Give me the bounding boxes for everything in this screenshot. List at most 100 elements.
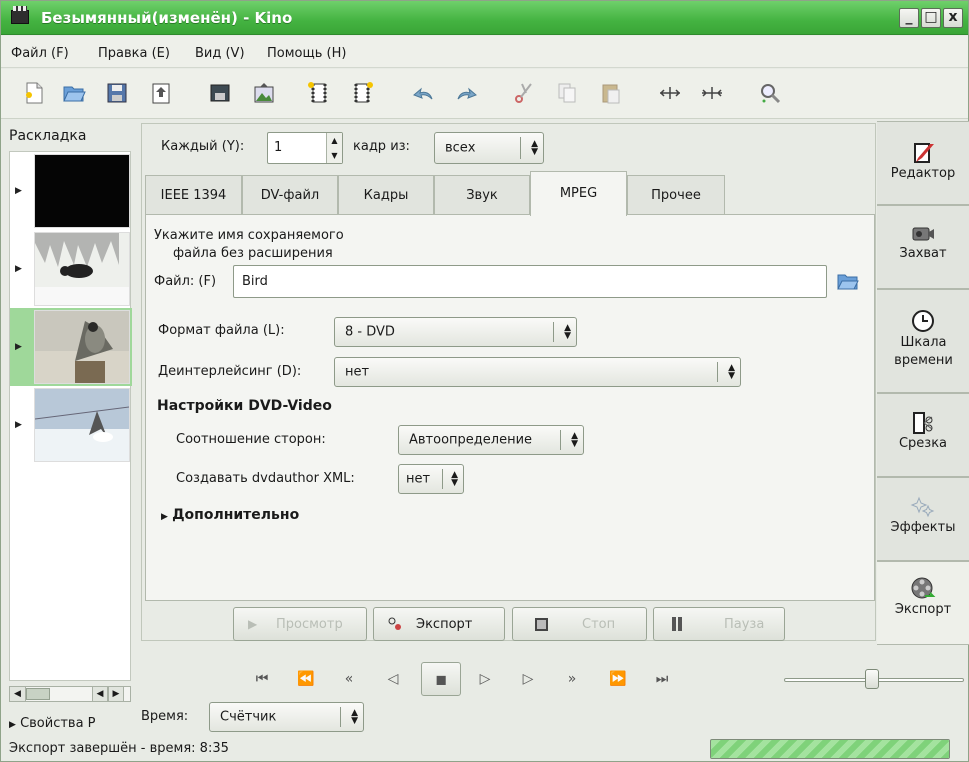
tab-effects[interactable]: Эффекты — [877, 477, 969, 561]
frames-select[interactable]: всех ▲ ▼ — [434, 132, 544, 164]
dvdauthor-select[interactable]: нет ▲ ▼ — [398, 464, 464, 494]
spin-arrows-icon[interactable]: ▲ ▼ — [326, 133, 342, 163]
tab-audio[interactable]: Звук — [434, 175, 530, 215]
every-value: 1 — [274, 140, 283, 155]
status-progress-bar — [710, 739, 950, 759]
thumbnail-bird-on-stump — [34, 310, 130, 384]
menu-file[interactable]: Файл (F) — [11, 46, 69, 61]
properties-expander[interactable]: ▶ Свойства P — [9, 716, 96, 731]
expand-arrow-icon[interactable]: ▶ — [15, 186, 22, 196]
tab-timeline[interactable]: Шкала времени — [877, 289, 969, 393]
trim-icon — [910, 410, 936, 436]
slider-handle[interactable] — [865, 669, 879, 689]
stop-icon — [535, 617, 548, 631]
scroll-right-icon[interactable]: ▶ — [108, 687, 124, 701]
menu-view[interactable]: Вид (V) — [195, 46, 245, 61]
expand-arrow-icon[interactable]: ▶ — [15, 264, 22, 274]
close-button[interactable]: x — [943, 8, 963, 28]
tab-export[interactable]: Экспорт — [877, 561, 969, 645]
insert-after-icon[interactable] — [349, 80, 375, 106]
tab-ieee1394[interactable]: IEEE 1394 — [145, 175, 242, 215]
storyboard-hscroll[interactable]: ◀ ◀ ▶ — [9, 686, 131, 702]
select-arrows-icon: ▲ ▼ — [728, 363, 735, 381]
status-text: Экспорт завершён - время: 8:35 — [9, 741, 229, 756]
pause-icon — [672, 617, 682, 631]
title-bar: Безымянный(изменён) - Kino _ □ x — [1, 1, 968, 35]
file-label: Файл: (F) — [154, 274, 217, 289]
tab-other[interactable]: Прочее — [627, 175, 725, 215]
tab-dv-file[interactable]: DV-файл — [242, 175, 338, 215]
time-mode-value: Счётчик — [220, 709, 277, 725]
storyboard-item-selected[interactable]: ▶ — [10, 308, 132, 386]
thumbnail-bird-in-snow — [34, 388, 130, 462]
play-transport-icon[interactable]: ▷ — [472, 666, 498, 692]
aspect-select[interactable]: Автоопределение ▲ ▼ — [398, 425, 584, 455]
stop-transport-icon[interactable]: ◼ — [421, 662, 461, 696]
menu-help[interactable]: Помощь (H) — [267, 46, 346, 61]
menu-edit[interactable]: Правка (E) — [98, 46, 170, 61]
open-folder-icon[interactable] — [61, 80, 87, 106]
new-file-icon[interactable] — [21, 80, 47, 106]
undo-icon[interactable] — [411, 80, 437, 106]
prev-scene-icon[interactable]: ⏪ — [293, 666, 319, 692]
next-scene-icon[interactable]: ⏩ — [605, 666, 631, 692]
format-select[interactable]: 8 - DVD ▲ ▼ — [334, 317, 577, 347]
hint-line-2: файла без расширения — [173, 246, 333, 261]
insert-before-icon[interactable] — [306, 80, 332, 106]
save-frame-icon[interactable] — [207, 80, 233, 106]
menu-bar: Файл (F) Правка (E) Вид (V) Помощь (H) — [1, 36, 968, 68]
scroll-thumb[interactable] — [26, 688, 50, 700]
redo-icon[interactable] — [453, 80, 479, 106]
tab-trim[interactable]: Срезка — [877, 393, 969, 477]
cut-icon[interactable] — [511, 80, 537, 106]
expand-arrow-icon[interactable]: ▶ — [15, 420, 22, 430]
tab-frames[interactable]: Кадры — [338, 175, 434, 215]
import-image-icon[interactable] — [251, 80, 277, 106]
minimize-button[interactable]: _ — [899, 8, 919, 28]
scroll-left-icon[interactable]: ◀ — [10, 687, 26, 701]
deinterlace-select[interactable]: нет ▲ ▼ — [334, 357, 741, 387]
format-value: 8 - DVD — [345, 324, 395, 340]
zoom-icon[interactable] — [757, 80, 783, 106]
last-frame-icon[interactable]: ⏭ — [649, 666, 675, 692]
tab-editor[interactable]: Редактор — [877, 121, 969, 205]
expand-arrow-icon[interactable]: ▶ — [15, 342, 22, 352]
pause-button[interactable]: Пауза — [653, 607, 785, 641]
time-mode-select[interactable]: Счётчик ▲ ▼ — [209, 702, 364, 732]
export-film-icon — [910, 576, 936, 602]
stop-button[interactable]: Стоп — [512, 607, 647, 641]
storyboard-item[interactable]: ▶ — [10, 386, 132, 464]
advanced-label: Дополнительно — [172, 507, 300, 523]
fast-forward-icon[interactable]: » — [559, 666, 585, 692]
select-arrows-icon: ▲ ▼ — [564, 323, 571, 341]
frames-label: кадр из: — [353, 139, 410, 154]
tab-mpeg[interactable]: MPEG — [530, 171, 627, 216]
every-spinbutton[interactable]: 1 ▲ ▼ — [267, 132, 343, 164]
export-icon[interactable] — [148, 80, 174, 106]
tab-capture[interactable]: Захват — [877, 205, 969, 289]
first-frame-icon[interactable]: ⏮ — [249, 666, 275, 692]
step-back-icon[interactable]: ◁ — [380, 666, 406, 692]
select-arrows-icon: ▲ ▼ — [571, 431, 578, 449]
paste-icon[interactable] — [598, 80, 624, 106]
storyboard-item[interactable]: ▶ — [10, 152, 132, 230]
save-icon[interactable] — [104, 80, 130, 106]
copy-icon[interactable] — [554, 80, 580, 106]
file-name-input[interactable]: Bird — [233, 265, 827, 298]
advanced-expander[interactable]: ▶ Дополнительно — [161, 507, 299, 523]
step-forward-icon[interactable]: ▷ — [515, 666, 541, 692]
dvdauthor-label: Создавать dvdauthor XML: — [176, 471, 355, 486]
maximize-button[interactable]: □ — [921, 8, 941, 28]
rewind-icon[interactable]: « — [336, 666, 362, 692]
effects-icon — [910, 494, 936, 520]
browse-folder-icon[interactable] — [837, 271, 861, 293]
editor-icon — [910, 140, 936, 166]
storyboard-item[interactable]: ▶ — [10, 230, 132, 308]
select-arrows-icon: ▲ ▼ — [351, 708, 358, 726]
scroll-left-icon[interactable]: ◀ — [92, 687, 108, 701]
export-button[interactable]: Экспорт — [373, 607, 505, 641]
split-icon[interactable] — [657, 80, 683, 106]
preview-button[interactable]: ▶ Просмотр — [233, 607, 367, 641]
join-icon[interactable] — [699, 80, 725, 106]
storyboard-list[interactable]: ▶ ▶ ▶ ▶ — [9, 151, 132, 681]
